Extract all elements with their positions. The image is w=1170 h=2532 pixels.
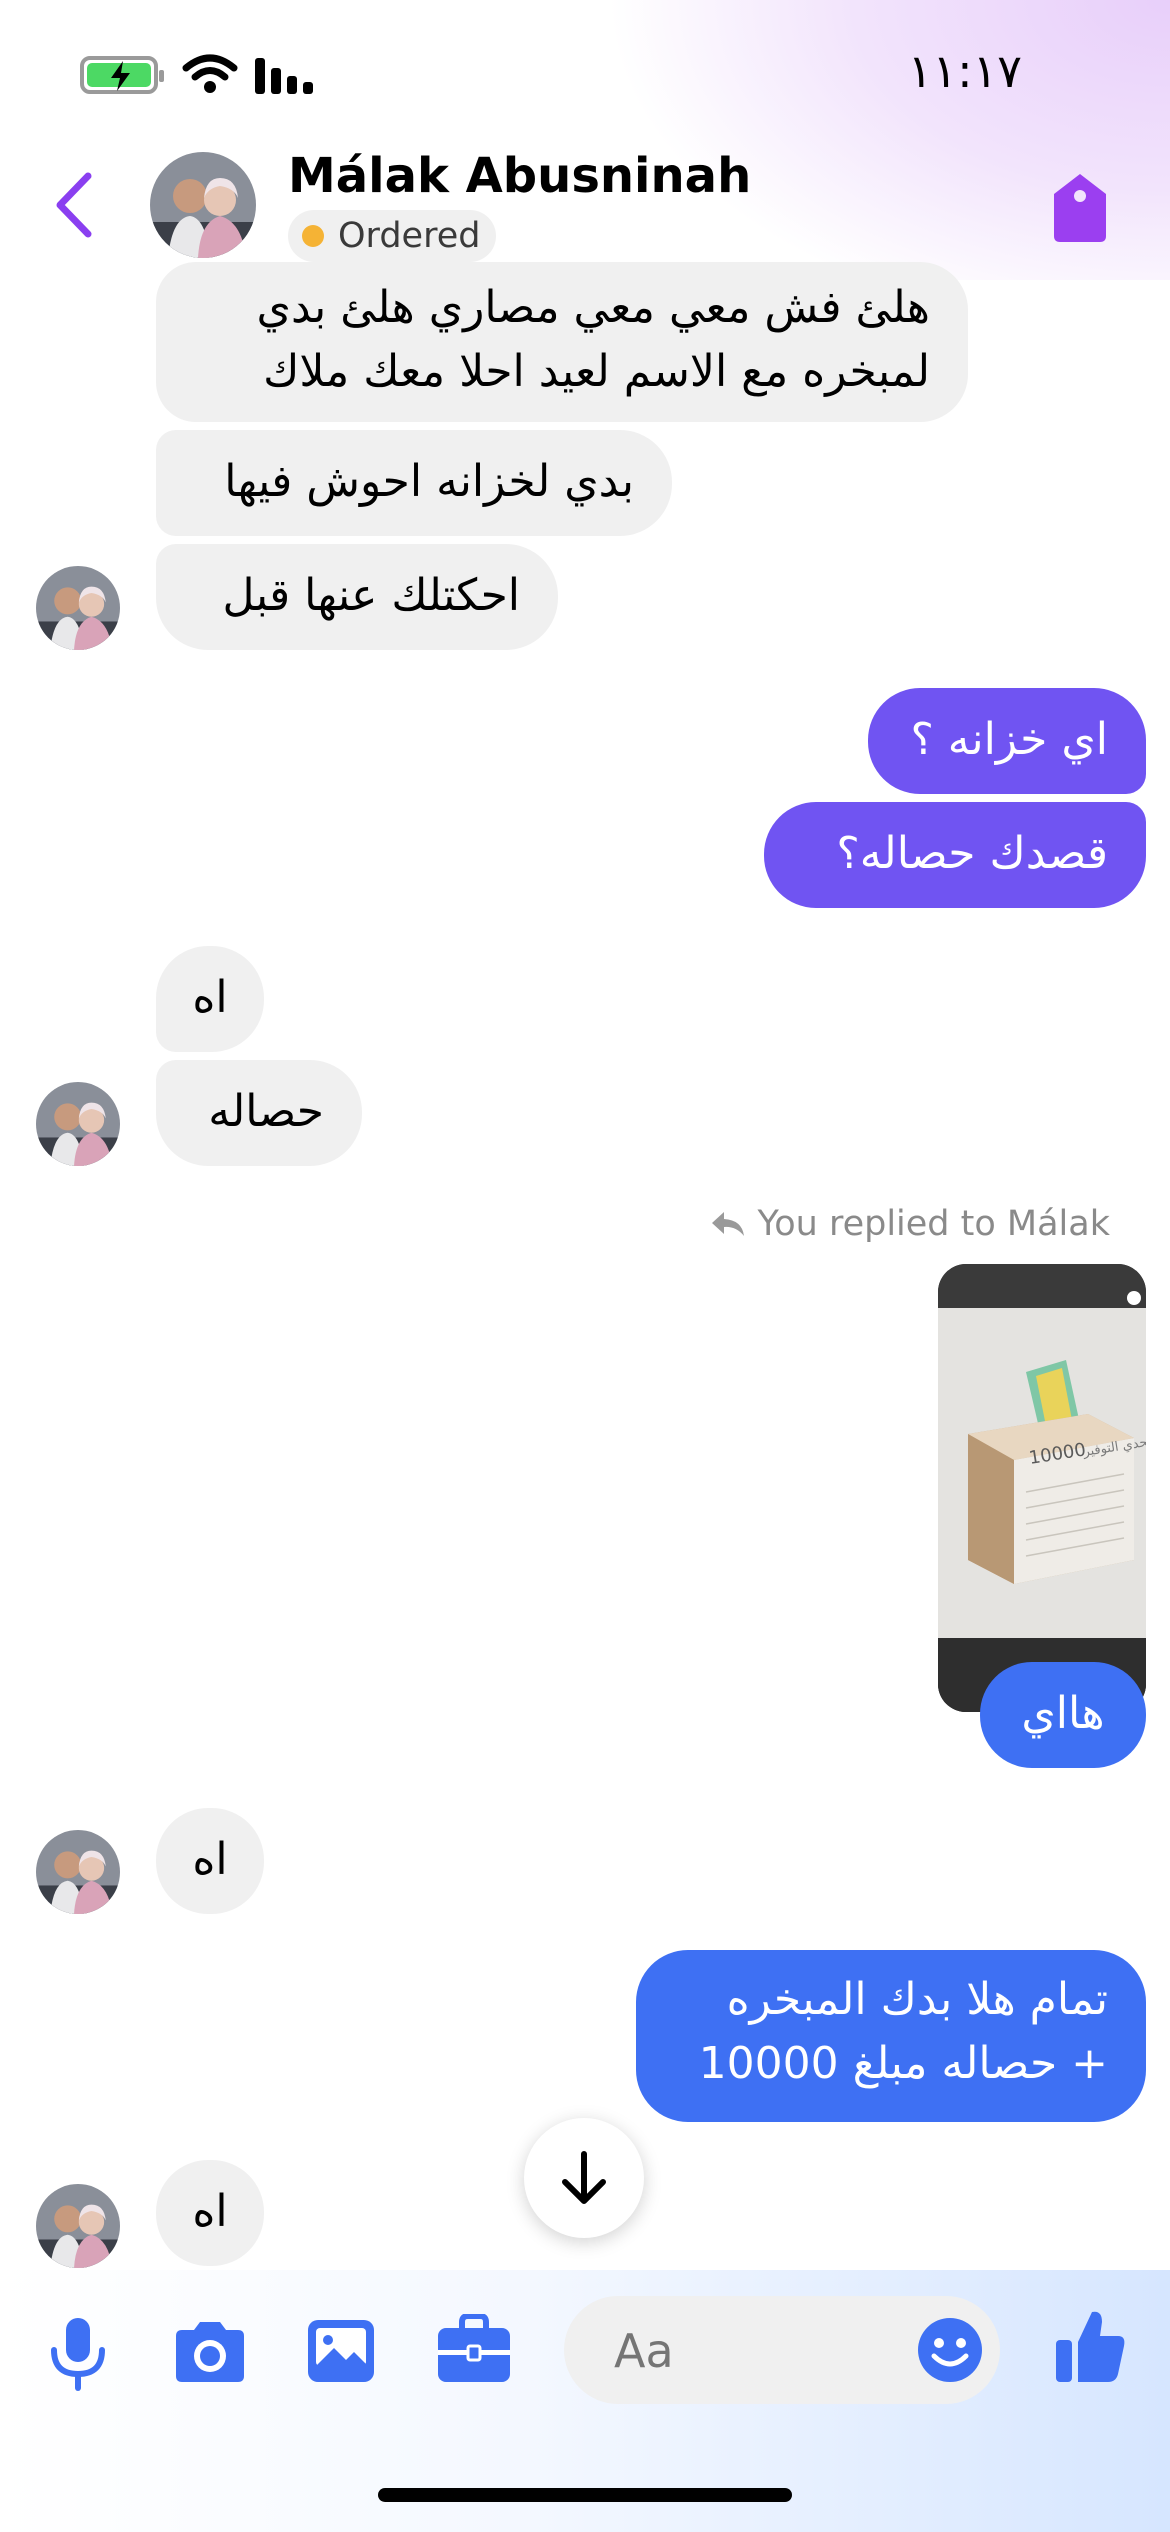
contact-name[interactable]: Málak Abusninah — [288, 148, 751, 204]
tag-icon[interactable] — [1050, 172, 1110, 244]
message-bubble-incoming[interactable]: احكتلك عنها قبل — [156, 544, 558, 650]
message-composer[interactable] — [564, 2296, 1000, 2404]
arrow-down-icon — [562, 2151, 606, 2204]
scroll-to-bottom-button[interactable] — [524, 2118, 644, 2238]
message-bubble-outgoing[interactable]: هااي — [980, 1662, 1146, 1768]
message-bubble-outgoing[interactable]: تمام هلا بدك المبخره + حصاله مبلغ 10000 — [636, 1950, 1146, 2122]
microphone-icon[interactable] — [48, 2316, 108, 2392]
message-bubble-incoming[interactable]: هلئ فش معي معي مصاري هلئ بدي لمبخره مع ا… — [156, 262, 968, 422]
reply-label-text: You replied to Málak — [757, 1204, 1111, 1244]
contact-avatar-small[interactable] — [36, 1082, 120, 1166]
status-dot-icon — [302, 225, 324, 247]
camera-icon[interactable] — [172, 2320, 248, 2384]
message-input[interactable] — [612, 2324, 856, 2378]
back-chevron-icon[interactable] — [50, 170, 100, 240]
contact-avatar-small[interactable] — [36, 566, 120, 650]
message-bubble-incoming[interactable]: اه — [156, 2160, 264, 2266]
message-bubble-incoming[interactable]: حصاله — [156, 1060, 362, 1166]
reply-indicator: You replied to Málak — [710, 1204, 1111, 1244]
contact-avatar[interactable] — [150, 152, 256, 258]
replied-photo-attachment[interactable]: 10000 تحدي التوفير — [938, 1264, 1146, 1712]
status-time: ١١:١٧ — [907, 44, 1022, 98]
order-status-badge[interactable]: Ordered — [288, 210, 497, 262]
battery-icon — [80, 56, 164, 94]
contact-avatar-small[interactable] — [36, 1830, 120, 1914]
message-text: هلئ فش معي معي مصاري هلئ بدي — [256, 282, 930, 333]
message-text: لمبخره مع الاسم لعيد احلا معك ملاك — [263, 346, 930, 397]
message-bubble-outgoing[interactable]: اي خزانه ؟ — [868, 688, 1146, 794]
home-indicator — [378, 2488, 792, 2502]
contact-avatar-small[interactable] — [36, 2184, 120, 2268]
photo-gallery-icon[interactable] — [306, 2318, 376, 2384]
message-bubble-incoming[interactable]: بدي لخزانه احوش فيها — [156, 430, 672, 536]
thumbs-up-icon[interactable] — [1054, 2308, 1128, 2384]
reply-arrow-icon — [711, 1212, 744, 1236]
message-bubble-incoming[interactable]: اه — [156, 1808, 264, 1914]
briefcase-icon[interactable] — [436, 2314, 512, 2384]
order-status-label: Ordered — [338, 216, 481, 256]
message-bubble-incoming[interactable]: اه — [156, 946, 264, 1052]
emoji-icon[interactable] — [916, 2316, 984, 2384]
message-bubble-outgoing[interactable]: قصدك حصاله؟ — [764, 802, 1146, 908]
message-text: + حصاله مبلغ 10000 — [698, 2038, 1108, 2089]
cellular-signal-icon — [255, 58, 313, 94]
wifi-icon — [182, 54, 238, 93]
message-text: تمام هلا بدك المبخره — [726, 1974, 1108, 2025]
